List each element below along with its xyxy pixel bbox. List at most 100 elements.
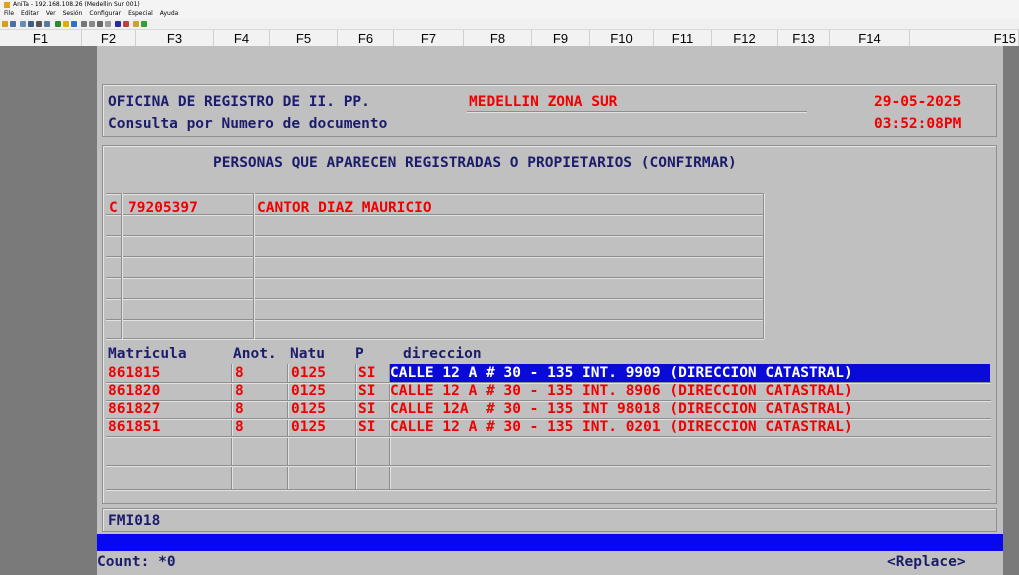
terminal-screen: OFICINA DE REGISTRO DE II. PP. MEDELLIN … xyxy=(97,46,1003,575)
transfer-icon[interactable] xyxy=(123,21,129,27)
office-label: OFICINA DE REGISTRO DE II. PP. xyxy=(108,94,370,110)
print-icon[interactable] xyxy=(36,21,42,27)
session-icon[interactable] xyxy=(63,21,69,27)
menu-editar[interactable]: Editar xyxy=(21,10,39,17)
cell-p[interactable]: SI xyxy=(358,364,375,382)
menu-bar: File Editar Ver Sesión Configurar Especial Ayu… xyxy=(0,9,1019,19)
col-matricula: Matricula xyxy=(108,346,187,362)
menu-ver[interactable]: Ver xyxy=(46,10,56,17)
fkey-f12[interactable]: F12 xyxy=(712,30,778,46)
time-value: 03:52:08PM xyxy=(874,116,962,132)
cell-matricula[interactable]: 861815 xyxy=(108,364,160,382)
window-title-bar: AniTa - 192.168.108.26 (Medellin Sur 001… xyxy=(0,0,1019,9)
left-gutter xyxy=(0,46,97,575)
person-document[interactable]: 79205397 xyxy=(128,199,198,217)
app-icon xyxy=(4,1,10,8)
connect-icon[interactable] xyxy=(55,21,61,27)
paste-icon[interactable] xyxy=(28,21,34,27)
cell-direccion[interactable]: CALLE 12 A # 30 - 135 INT. 0201 (DIRECCI… xyxy=(390,418,853,436)
toolbar xyxy=(0,19,1019,29)
grid-line xyxy=(106,298,764,300)
grid-line xyxy=(763,193,765,339)
cell-natu[interactable]: 0125 xyxy=(291,364,326,382)
cell-direccion-selected[interactable]: CALLE 12 A # 30 - 135 INT. 9909 (DIRECCI… xyxy=(390,364,990,382)
cell-natu[interactable]: 0125 xyxy=(291,418,326,436)
fkey-f8[interactable]: F8 xyxy=(464,30,532,46)
form-code-panel xyxy=(102,508,997,532)
cell-direccion[interactable]: CALLE 12 A # 30 - 135 INT. 8906 (DIRECCI… xyxy=(390,382,853,400)
copy-icon[interactable] xyxy=(20,21,26,27)
grid-line xyxy=(121,193,123,339)
persons-title: PERSONAS QUE APARECEN REGISTRADAS O PROP… xyxy=(213,155,737,171)
font-icon[interactable] xyxy=(89,21,95,27)
form-code: FMI018 xyxy=(108,513,161,529)
cell-anot[interactable]: 8 xyxy=(235,364,244,382)
grid-line xyxy=(106,193,764,195)
cell-anot[interactable]: 8 xyxy=(235,418,244,436)
cell-p[interactable]: SI xyxy=(358,382,375,400)
menu-file[interactable]: File xyxy=(4,10,14,17)
cell-direccion[interactable]: CALLE 12A # 30 - 135 INT 98018 (DIRECCIO… xyxy=(390,400,853,418)
macro-icon[interactable] xyxy=(133,21,139,27)
cell-matricula[interactable]: 861851 xyxy=(108,418,160,436)
results-panel xyxy=(102,145,997,504)
col-anot: Anot. xyxy=(233,346,277,362)
grid-line xyxy=(106,319,764,321)
fkey-f15[interactable]: F15 xyxy=(910,30,1019,46)
col-direccion: direccion xyxy=(403,346,482,362)
fkey-f11[interactable]: F11 xyxy=(654,30,712,46)
print-setup-icon[interactable] xyxy=(44,21,50,27)
fkey-f4[interactable]: F4 xyxy=(214,30,270,46)
col-natu: Natu xyxy=(290,346,325,362)
window-title: AniTa - 192.168.108.26 (Medellin Sur 001… xyxy=(13,1,140,8)
fkey-f7[interactable]: F7 xyxy=(394,30,464,46)
col-p: P xyxy=(355,346,364,362)
cell-natu[interactable]: 0125 xyxy=(291,400,326,418)
menu-especial[interactable]: Especial xyxy=(128,10,153,17)
grid-line xyxy=(106,277,764,279)
cell-matricula[interactable]: 861820 xyxy=(108,382,160,400)
grid-icon[interactable] xyxy=(105,21,111,27)
cell-matricula[interactable]: 861827 xyxy=(108,400,160,418)
fkey-f2[interactable]: F2 xyxy=(82,30,136,46)
fkey-f5[interactable]: F5 xyxy=(270,30,338,46)
cell-p[interactable]: SI xyxy=(358,418,375,436)
fkey-f6[interactable]: F6 xyxy=(338,30,394,46)
menu-ayuda[interactable]: Ayuda xyxy=(160,10,179,17)
fkey-f9[interactable]: F9 xyxy=(532,30,590,46)
menu-sesion[interactable]: Sesión xyxy=(63,10,83,17)
menu-configurar[interactable]: Configurar xyxy=(89,10,121,17)
grid-line xyxy=(106,465,991,467)
date-value: 29-05-2025 xyxy=(874,94,962,110)
office-name: MEDELLIN ZONA SUR xyxy=(469,94,618,110)
grid-line xyxy=(106,489,991,491)
download-icon[interactable] xyxy=(71,21,77,27)
keyboard-icon[interactable] xyxy=(81,21,87,27)
fkey-f1[interactable]: F1 xyxy=(0,30,82,46)
cell-p[interactable]: SI xyxy=(358,400,375,418)
cell-natu[interactable]: 0125 xyxy=(291,382,326,400)
office-name-underline xyxy=(467,111,807,113)
person-name[interactable]: CANTOR DIAZ MAURICIO xyxy=(257,199,432,217)
settings-icon[interactable] xyxy=(97,21,103,27)
cell-anot[interactable]: 8 xyxy=(235,382,244,400)
fkey-f14[interactable]: F14 xyxy=(830,30,910,46)
edit-mode: <Replace> xyxy=(887,554,966,570)
play-icon[interactable] xyxy=(141,21,147,27)
fkey-f10[interactable]: F10 xyxy=(590,30,654,46)
cell-anot[interactable]: 8 xyxy=(235,400,244,418)
open-icon[interactable] xyxy=(2,21,8,27)
save-icon[interactable] xyxy=(10,21,16,27)
screen-subtitle: Consulta por Numero de documento xyxy=(108,116,388,132)
function-key-bar: F1 F2 F3 F4 F5 F6 F7 F8 F9 F10 F11 F12 F… xyxy=(0,29,1019,47)
cursor-icon[interactable] xyxy=(115,21,121,27)
record-count: Count: *0 xyxy=(97,554,176,570)
fkey-f13[interactable]: F13 xyxy=(778,30,830,46)
person-type[interactable]: C xyxy=(109,199,118,217)
grid-line xyxy=(253,193,255,339)
grid-line xyxy=(106,338,764,340)
fkey-f3[interactable]: F3 xyxy=(136,30,214,46)
grid-line xyxy=(106,436,991,438)
grid-line xyxy=(106,214,764,216)
right-gutter xyxy=(1003,46,1019,575)
